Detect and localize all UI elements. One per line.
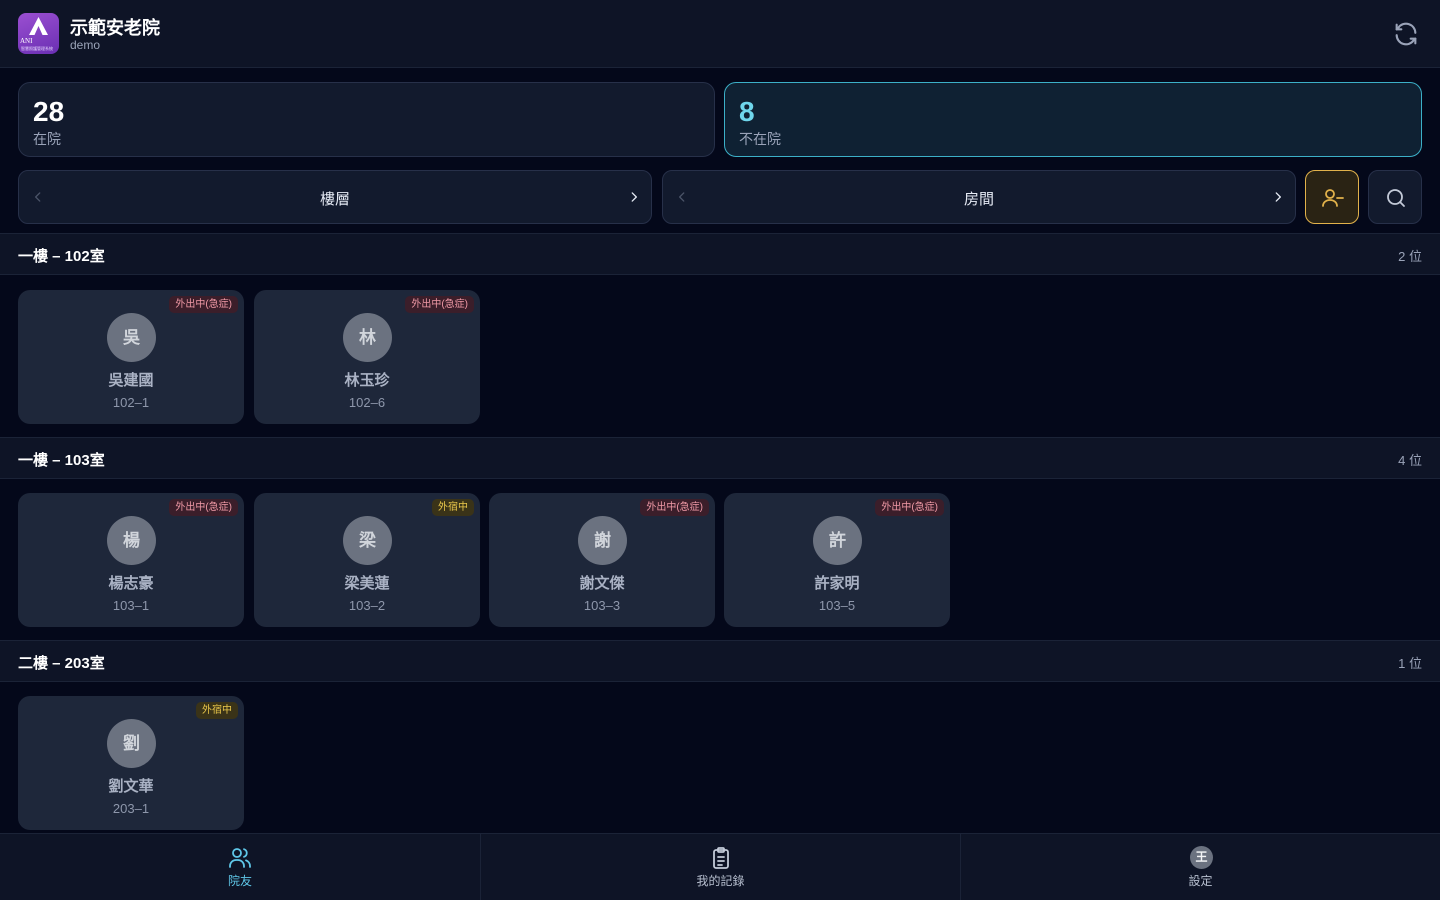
logo-text: ANI (20, 37, 33, 45)
refresh-button[interactable] (1392, 20, 1420, 48)
bed-number: 103–3 (583, 598, 621, 613)
room-resident-count: 4 位 (1398, 453, 1422, 468)
room-title: 一樓 – 103室 (18, 452, 105, 469)
search-icon (1387, 189, 1405, 207)
chevron-right-icon[interactable] (627, 190, 641, 204)
top-bar: ANI 智慧照護管理系統 示範安老院 demo (0, 0, 1440, 68)
resident-card[interactable]: 外出中(急症) 吳 吳建國 102–1 (18, 290, 244, 424)
status-badge: 外出中(急症) (405, 296, 474, 313)
present-count-card[interactable]: 28 在院 (18, 82, 715, 157)
bottom-navigation: 院友 我的記錄 王 設定 (0, 833, 1440, 900)
floor-label: 樓層 (319, 191, 350, 208)
resident-name: 梁美蓮 (344, 575, 390, 592)
resident-name: 吳建國 (108, 372, 154, 389)
room-title: 一樓 – 102室 (18, 248, 105, 265)
refresh-icon (1395, 22, 1417, 46)
resident-name: 林玉珍 (344, 372, 390, 389)
nav-records-label: 我的記錄 (696, 874, 745, 888)
logo-subtext: 智慧照護管理系統 (21, 46, 53, 51)
resident-card[interactable]: 外出中(急症) 楊 楊志豪 103–1 (18, 493, 244, 627)
nav-records[interactable]: 我的記錄 (480, 834, 960, 900)
bed-number: 103–2 (348, 598, 386, 613)
avatar: 楊 (107, 516, 156, 565)
bed-number: 203–1 (112, 801, 150, 816)
status-badge: 外宿中 (196, 702, 238, 719)
room-resident-count: 2 位 (1398, 249, 1422, 264)
app-logo: ANI 智慧照護管理系統 (18, 13, 59, 54)
avatar: 林 (343, 313, 392, 362)
user-avatar: 王 (1190, 846, 1213, 869)
resident-name: 劉文華 (108, 778, 154, 795)
resident-name: 許家明 (814, 575, 860, 592)
bed-number: 102–6 (348, 395, 386, 410)
floor-selector[interactable]: 樓層 (18, 170, 652, 224)
nav-settings[interactable]: 王 設定 (960, 834, 1440, 900)
resident-card[interactable]: 外出中(急症) 謝 謝文傑 103–3 (489, 493, 715, 627)
status-badge: 外出中(急症) (640, 499, 709, 516)
resident-card[interactable]: 外宿中 梁 梁美蓮 103–2 (254, 493, 480, 627)
room-section-header: 一樓 – 103室 4 位 (0, 437, 1440, 479)
room-label: 房間 (963, 191, 994, 208)
present-label: 在院 (33, 131, 61, 147)
bed-number: 102–1 (112, 395, 150, 410)
search-button[interactable] (1368, 170, 1422, 224)
nav-residents-label: 院友 (227, 874, 252, 888)
resident-name: 謝文傑 (579, 575, 625, 592)
bed-number: 103–5 (818, 598, 856, 613)
status-badge: 外宿中 (432, 499, 474, 516)
status-badge: 外出中(急症) (169, 499, 238, 516)
avatar: 許 (813, 516, 862, 565)
chevron-right-icon[interactable] (1271, 190, 1285, 204)
present-count: 28 (33, 96, 65, 127)
room-section-header: 二樓 – 203室 1 位 (0, 640, 1440, 682)
resident-name: 楊志豪 (108, 575, 154, 592)
status-badge: 外出中(急症) (169, 296, 238, 313)
absent-label: 不在院 (739, 131, 781, 147)
users-icon (229, 848, 251, 868)
resident-card[interactable]: 外宿中 劉 劉文華 203–1 (18, 696, 244, 830)
clipboard-icon (713, 847, 729, 869)
absent-count-card[interactable]: 8 不在院 (724, 82, 1422, 157)
avatar: 謝 (578, 516, 627, 565)
user-minus-icon (1322, 189, 1344, 207)
absent-count: 8 (739, 96, 755, 127)
avatar: 劉 (107, 719, 156, 768)
resident-card[interactable]: 外出中(急症) 許 許家明 103–5 (724, 493, 950, 627)
facility-name: 示範安老院 (70, 18, 160, 38)
facility-code: demo (70, 38, 101, 52)
bed-number: 103–1 (112, 598, 150, 613)
nav-settings-label: 設定 (1188, 874, 1213, 888)
resident-card[interactable]: 外出中(急症) 林 林玉珍 102–6 (254, 290, 480, 424)
room-resident-count: 1 位 (1398, 656, 1422, 671)
room-selector[interactable]: 房間 (662, 170, 1296, 224)
room-title: 二樓 – 203室 (18, 655, 105, 672)
avatar: 梁 (343, 516, 392, 565)
absent-filter-button[interactable] (1305, 170, 1359, 224)
status-badge: 外出中(急症) (875, 499, 944, 516)
room-section-header: 一樓 – 102室 2 位 (0, 233, 1440, 275)
nav-residents[interactable]: 院友 (0, 834, 480, 900)
avatar: 吳 (107, 313, 156, 362)
